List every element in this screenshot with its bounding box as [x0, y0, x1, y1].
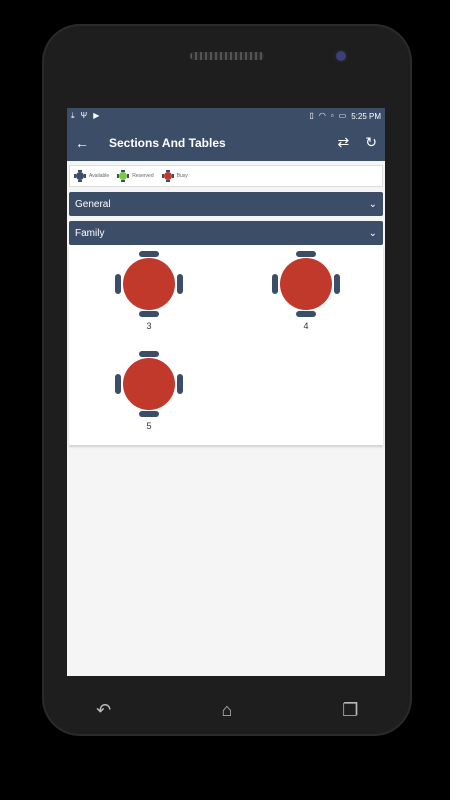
table-5[interactable]: 5: [114, 348, 184, 438]
chair: [272, 274, 278, 294]
legend-label: Available: [89, 173, 110, 179]
table-circle: [123, 358, 175, 410]
available-table-icon: [74, 170, 86, 182]
legend-item-reserved: Reserved: [117, 170, 154, 182]
speaker-grille: [190, 52, 264, 60]
wifi-icon: ◠: [318, 111, 326, 120]
chair: [139, 311, 159, 317]
back-icon[interactable]: ↶: [84, 700, 124, 721]
section-title: Family: [75, 227, 105, 239]
chair: [115, 374, 121, 394]
recents-icon[interactable]: ❐: [330, 700, 370, 721]
arrow-back-icon[interactable]: ←: [75, 135, 97, 151]
swap-icon[interactable]: ⇄: [338, 134, 350, 151]
section-title: General: [75, 198, 111, 210]
table-4[interactable]: 4: [271, 248, 341, 338]
system-nav-bar: ↶ ⌂ ❐: [42, 684, 412, 736]
download-icon: ⤓: [71, 111, 75, 120]
chevron-down-icon: ⌄: [368, 227, 377, 239]
sim-icon: ▫: [330, 111, 334, 120]
table-circle: [280, 258, 332, 310]
busy-table-icon: [161, 170, 174, 182]
page-title: Sections And Tables: [109, 135, 226, 150]
home-icon[interactable]: ⌂: [207, 700, 247, 721]
reserved-table-icon: [117, 170, 130, 182]
family-tables: 3 4 5: [69, 245, 383, 445]
legend-item-busy: Busy: [161, 170, 188, 182]
chair: [296, 251, 316, 257]
chair: [139, 411, 159, 417]
chair: [115, 274, 121, 294]
refresh-icon[interactable]: ↻: [365, 134, 377, 151]
table-number: 3: [146, 321, 152, 331]
front-camera: [336, 51, 346, 61]
section-family[interactable]: Family ⌄: [69, 221, 383, 245]
chair: [334, 274, 340, 294]
battery-icon: ▭: [338, 111, 347, 120]
app-bar: ← Sections And Tables ⇄ ↻: [67, 124, 385, 161]
status-bar: ⤓ Ψ ▶ ▯ ◠ ▫ ▭ 5:25 PM: [67, 108, 385, 124]
chevron-down-icon: ⌄: [368, 198, 377, 210]
chair: [139, 251, 159, 257]
table-circle: [123, 258, 175, 310]
status-time: 5:25 PM: [351, 111, 381, 121]
table-number: 5: [146, 421, 152, 431]
play-icon: ▶: [93, 111, 100, 120]
chair: [296, 311, 316, 317]
chair: [177, 374, 183, 394]
legend-label: Busy: [176, 173, 188, 179]
legend-label: Reserved: [132, 173, 154, 179]
screen: ⤓ Ψ ▶ ▯ ◠ ▫ ▭ 5:25 PM ← Sections And Tab…: [67, 108, 385, 676]
usb-icon: Ψ: [80, 111, 88, 120]
table-number: 4: [303, 321, 309, 331]
legend: Available Reserved Busy: [69, 165, 383, 187]
table-3[interactable]: 3: [114, 248, 184, 338]
legend-item-available: Available: [74, 170, 109, 182]
vibrate-icon: ▯: [309, 111, 314, 120]
chair: [139, 351, 159, 357]
chair: [177, 274, 183, 294]
section-general[interactable]: General ⌄: [69, 192, 383, 216]
